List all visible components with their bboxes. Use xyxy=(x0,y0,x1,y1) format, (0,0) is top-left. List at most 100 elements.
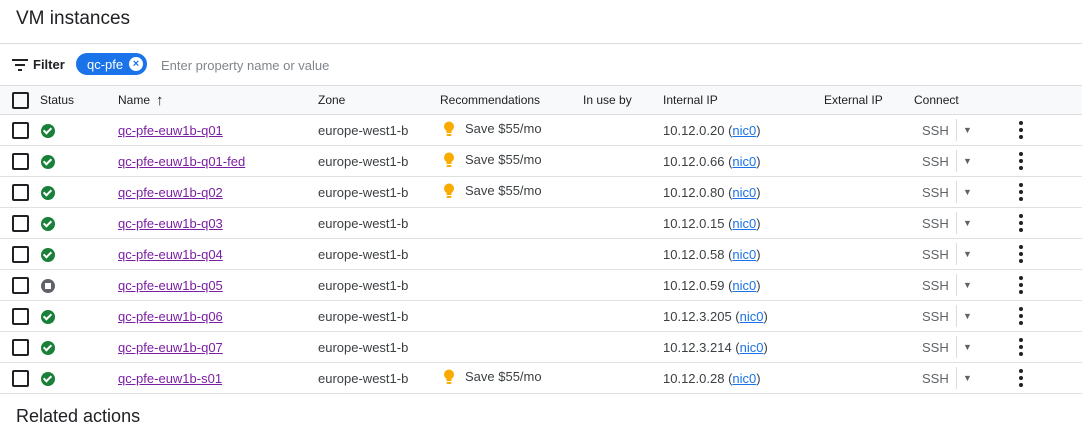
connect-cell: SSH ▼ xyxy=(914,145,1003,177)
nic-link[interactable]: nic0 xyxy=(732,154,756,169)
ssh-button[interactable]: SSH xyxy=(922,371,956,386)
chevron-down-icon[interactable]: ▼ xyxy=(963,311,972,321)
column-external-ip[interactable]: External IP xyxy=(824,86,914,115)
nic-link[interactable]: nic0 xyxy=(740,340,764,355)
ssh-control: SSH ▼ xyxy=(914,336,1003,358)
recommendation-cell xyxy=(440,207,583,239)
ssh-divider xyxy=(956,119,957,141)
ssh-button[interactable]: SSH xyxy=(922,278,956,293)
row-checkbox[interactable] xyxy=(12,307,29,325)
ssh-divider xyxy=(956,181,957,203)
more-vert-icon[interactable] xyxy=(1019,214,1023,232)
nic-link[interactable]: nic0 xyxy=(732,278,756,293)
column-zone[interactable]: Zone xyxy=(318,86,440,115)
instance-name-link[interactable]: qc-pfe-euw1b-q07 xyxy=(118,340,223,355)
row-checkbox[interactable] xyxy=(12,152,29,170)
in-use-by-cell xyxy=(583,331,663,363)
ssh-button[interactable]: SSH xyxy=(922,247,956,262)
more-vert-icon[interactable] xyxy=(1019,338,1023,356)
chevron-down-icon[interactable]: ▼ xyxy=(963,373,972,383)
more-vert-icon[interactable] xyxy=(1019,276,1023,294)
column-name[interactable]: Name ↑ xyxy=(118,86,318,115)
more-vert-icon[interactable] xyxy=(1019,183,1023,201)
chevron-down-icon[interactable]: ▼ xyxy=(963,249,972,259)
external-ip-cell xyxy=(824,362,914,394)
nic-link[interactable]: nic0 xyxy=(732,185,756,200)
instance-name-link[interactable]: qc-pfe-euw1b-q04 xyxy=(118,247,223,262)
page-title: VM instances xyxy=(16,8,131,29)
column-internal-ip[interactable]: Internal IP xyxy=(663,86,824,115)
chevron-down-icon[interactable]: ▼ xyxy=(963,218,972,228)
chevron-down-icon[interactable]: ▼ xyxy=(963,280,972,290)
row-checkbox[interactable] xyxy=(12,183,29,201)
more-vert-icon[interactable] xyxy=(1019,307,1023,325)
nic-link[interactable]: nic0 xyxy=(732,371,756,386)
recommendation-cell xyxy=(440,238,583,270)
in-use-by-cell xyxy=(583,114,663,146)
recommendation[interactable]: Save $55/mo xyxy=(443,183,542,199)
row-checkbox[interactable] xyxy=(12,338,29,356)
external-ip-cell xyxy=(824,300,914,332)
ssh-button[interactable]: SSH xyxy=(922,309,956,324)
more-vert-icon[interactable] xyxy=(1019,121,1023,139)
instance-name-link[interactable]: qc-pfe-euw1b-q01 xyxy=(118,123,223,138)
select-cell xyxy=(0,207,40,239)
nic-link[interactable]: nic0 xyxy=(732,216,756,231)
internal-ip-cell: 10.12.0.59 (nic0) xyxy=(663,269,824,301)
arrow-up-icon[interactable]: ↑ xyxy=(156,92,164,109)
close-icon[interactable]: × xyxy=(129,57,143,71)
filter-label[interactable]: Filter xyxy=(33,57,65,72)
select-cell xyxy=(0,176,40,208)
filter-icon[interactable] xyxy=(12,58,28,72)
check-circle-icon xyxy=(41,309,55,324)
nic-link[interactable]: nic0 xyxy=(732,247,756,262)
chevron-down-icon[interactable]: ▼ xyxy=(963,125,972,135)
ssh-button[interactable]: SSH xyxy=(922,185,956,200)
actions-cell xyxy=(1003,207,1082,239)
table-row: qc-pfe-euw1b-q01-fed europe-west1-b Save… xyxy=(0,145,1082,177)
column-connect[interactable]: Connect xyxy=(914,86,1003,115)
filter-input[interactable] xyxy=(158,55,464,75)
ssh-button[interactable]: SSH xyxy=(922,154,956,169)
row-checkbox[interactable] xyxy=(12,214,29,232)
instance-name-link[interactable]: qc-pfe-euw1b-s01 xyxy=(118,371,222,386)
more-vert-icon[interactable] xyxy=(1019,369,1023,387)
recommendation[interactable]: Save $55/mo xyxy=(443,152,542,168)
instance-name-link[interactable]: qc-pfe-euw1b-q05 xyxy=(118,278,223,293)
more-vert-icon[interactable] xyxy=(1019,152,1023,170)
row-checkbox[interactable] xyxy=(12,245,29,263)
filter-chip[interactable]: qc-pfe × xyxy=(76,53,147,75)
row-checkbox[interactable] xyxy=(12,369,29,387)
instance-name-link[interactable]: qc-pfe-euw1b-q03 xyxy=(118,216,223,231)
select-all-checkbox[interactable] xyxy=(12,91,29,109)
chevron-down-icon[interactable]: ▼ xyxy=(963,156,972,166)
recommendation-cell: Save $55/mo xyxy=(440,145,583,177)
instance-name-link[interactable]: qc-pfe-euw1b-q06 xyxy=(118,309,223,324)
recommendation[interactable]: Save $55/mo xyxy=(443,369,542,385)
internal-ip-cell: 10.12.0.28 (nic0) xyxy=(663,362,824,394)
ssh-button[interactable]: SSH xyxy=(922,216,956,231)
ssh-button[interactable]: SSH xyxy=(922,340,956,355)
check-circle-icon xyxy=(41,123,55,138)
column-in-use-by[interactable]: In use by xyxy=(583,86,663,115)
instance-name-link[interactable]: qc-pfe-euw1b-q01-fed xyxy=(118,154,245,169)
row-checkbox[interactable] xyxy=(12,121,29,139)
in-use-by-cell xyxy=(583,207,663,239)
instance-name-link[interactable]: qc-pfe-euw1b-q02 xyxy=(118,185,223,200)
column-recommendations[interactable]: Recommendations xyxy=(440,86,583,115)
chevron-down-icon[interactable]: ▼ xyxy=(963,187,972,197)
row-checkbox[interactable] xyxy=(12,276,29,294)
zone-cell: europe-west1-b xyxy=(318,300,440,332)
zone-cell: europe-west1-b xyxy=(318,331,440,363)
nic-link[interactable]: nic0 xyxy=(740,309,764,324)
column-status[interactable]: Status xyxy=(40,86,118,115)
name-cell: qc-pfe-euw1b-q02 xyxy=(118,176,318,208)
nic-link[interactable]: nic0 xyxy=(732,123,756,138)
more-vert-icon[interactable] xyxy=(1019,245,1023,263)
chevron-down-icon[interactable]: ▼ xyxy=(963,342,972,352)
ssh-button[interactable]: SSH xyxy=(922,123,956,138)
external-ip-cell xyxy=(824,269,914,301)
recommendation[interactable]: Save $55/mo xyxy=(443,121,542,137)
status-cell xyxy=(40,114,118,146)
connect-cell: SSH ▼ xyxy=(914,207,1003,239)
